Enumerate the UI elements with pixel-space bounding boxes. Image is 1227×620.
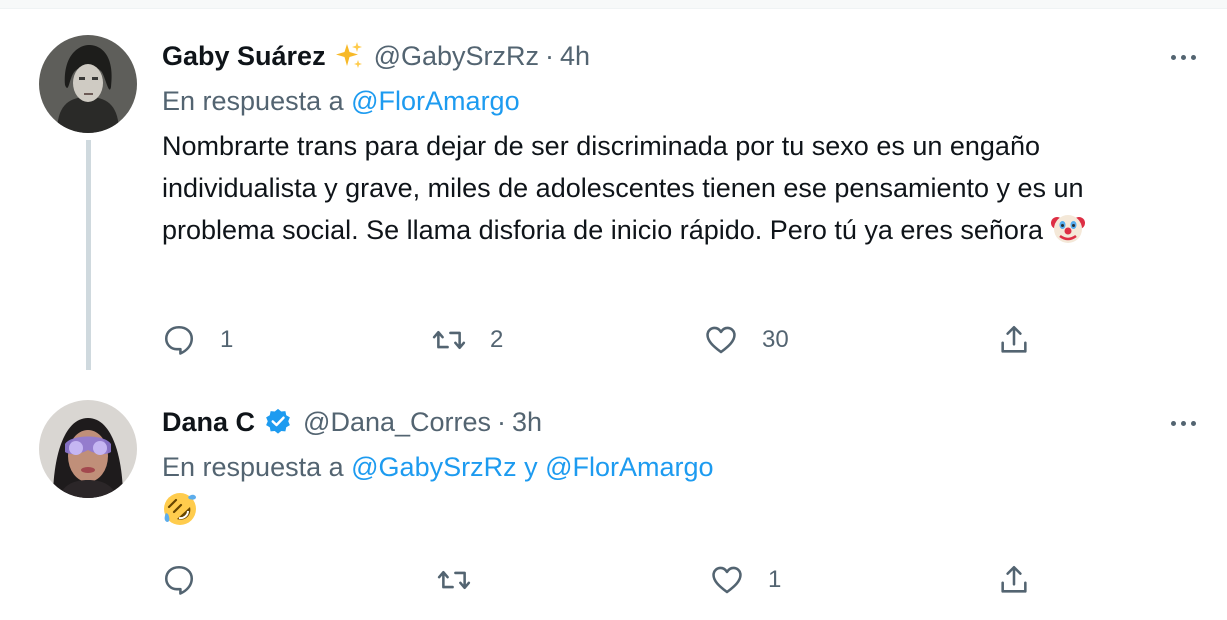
mention-joiner: y — [524, 452, 538, 482]
reply-context: En respuesta a @FlorAmargo — [162, 86, 520, 117]
top-divider — [0, 0, 1227, 9]
author-name[interactable]: Dana C — [162, 407, 255, 438]
retweet-button[interactable]: 2 — [432, 320, 503, 360]
reply-button[interactable] — [162, 560, 220, 600]
share-icon — [1001, 325, 1027, 353]
clown-face-icon — [1050, 210, 1086, 246]
tweet-actions: 1 — [162, 560, 1062, 600]
separator-dot: · — [497, 406, 507, 437]
reply-icon — [164, 325, 194, 355]
avatar[interactable] — [39, 35, 137, 133]
more-dot — [1190, 54, 1196, 60]
thread-connector-line — [86, 140, 91, 370]
reply-count: 1 — [220, 326, 234, 353]
like-button[interactable]: 30 — [704, 320, 789, 360]
tweet-gaby[interactable]: Gaby Suárez @GabySrzRz · 4h En respuesta… — [0, 10, 1227, 370]
heart-icon — [712, 566, 742, 594]
reply-prefix: En respuesta a — [162, 86, 344, 116]
reply-button[interactable]: 1 — [162, 320, 233, 360]
more-options-button[interactable] — [1163, 42, 1203, 72]
retweet-button[interactable] — [437, 560, 495, 600]
share-icon — [1001, 565, 1027, 593]
separator-dot: · — [545, 40, 555, 71]
like-count: 1 — [768, 566, 782, 593]
mention-link[interactable]: @FlorAmargo — [545, 452, 713, 482]
tweet-dana[interactable]: Dana C @Dana_Corres · 3h En respuesta a … — [0, 370, 1227, 620]
mention-link[interactable]: @GabySrzRz — [351, 452, 516, 482]
tweet-header: Dana C @Dana_Corres · 3h — [162, 402, 542, 442]
tweet-header: Gaby Suárez @GabySrzRz · 4h — [162, 36, 590, 76]
more-options-button[interactable] — [1163, 408, 1203, 438]
rolling-on-floor-laughing-icon — [162, 491, 198, 527]
mention-link[interactable]: @FlorAmargo — [351, 86, 519, 116]
tweet-text-content: Nombrarte trans para dejar de ser discri… — [162, 131, 1084, 245]
sparkles-icon — [334, 41, 364, 71]
avatar[interactable] — [39, 400, 137, 498]
more-dot — [1170, 420, 1176, 426]
retweet-icon — [432, 330, 466, 350]
more-dot — [1190, 420, 1196, 426]
share-button[interactable] — [997, 560, 1031, 600]
retweet-icon — [437, 570, 471, 590]
author-handle[interactable]: @GabySrzRz — [374, 41, 539, 72]
author-handle[interactable]: @Dana_Corres — [303, 407, 491, 438]
share-button[interactable] — [997, 320, 1031, 360]
tweet-text — [162, 490, 1172, 532]
timestamp[interactable]: 4h — [560, 41, 590, 72]
verified-badge-icon — [263, 407, 293, 437]
retweet-count: 2 — [490, 326, 504, 353]
like-count: 30 — [762, 326, 789, 353]
more-dot — [1170, 54, 1176, 60]
heart-icon — [706, 326, 736, 354]
tweet-text: Nombrarte trans para dejar de ser discri… — [162, 125, 1172, 251]
reply-prefix: En respuesta a — [162, 452, 344, 482]
reply-icon — [164, 565, 194, 595]
timestamp[interactable]: 3h — [512, 407, 542, 438]
tweet-actions: 1 2 30 — [162, 320, 1062, 360]
more-dot — [1180, 420, 1186, 426]
author-name[interactable]: Gaby Suárez — [162, 41, 326, 72]
reply-context: En respuesta a @GabySrzRz y @FlorAmargo — [162, 452, 714, 483]
like-button[interactable]: 1 — [710, 560, 781, 600]
more-dot — [1180, 54, 1186, 60]
